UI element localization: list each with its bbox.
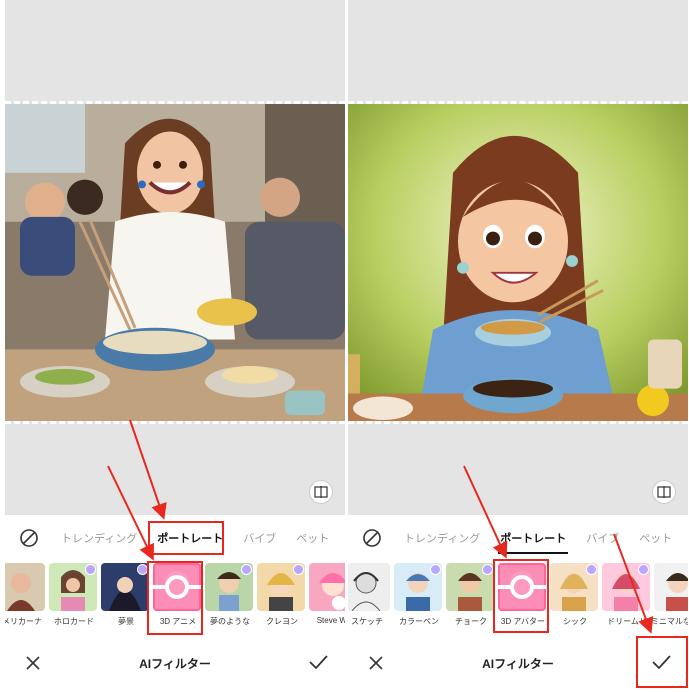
edited-photo [5, 101, 345, 424]
filter-sheet: トレンディング ポートレート バイブ ペット 食 メリカーナ ホロカード 夢景 [5, 515, 345, 692]
ai-badge-icon [586, 564, 597, 575]
tab-trending[interactable]: トレンディング [59, 526, 139, 550]
screen-title: AIフィルター [482, 657, 554, 671]
tab-trending[interactable]: トレンディング [402, 526, 482, 550]
filter-minimal-illust[interactable]: ミニマルなイラ [651, 563, 688, 627]
edited-photo [348, 101, 688, 424]
category-tabs: トレンディング ポートレート バイブ ペット 食 [348, 521, 688, 555]
action-bar: AIフィルター [5, 643, 345, 683]
compare-button[interactable] [652, 480, 676, 504]
filter-steve-wo[interactable]: Steve Wo [309, 563, 345, 625]
no-filter-icon[interactable] [360, 526, 384, 550]
filter-label: クレヨン [266, 617, 298, 626]
filter-label: 夢景 [118, 617, 134, 626]
selected-icon [153, 575, 201, 599]
filter-holocard[interactable]: ホロカード [49, 563, 99, 627]
filter-list: スケッチ カラーペン チョーク 3D アバター シック ドリームド ミニマルな [348, 563, 688, 631]
filter-chalk[interactable]: チョーク [446, 563, 496, 627]
filter-label: 夢のような [210, 617, 250, 626]
filter-label: Steve Wo [316, 616, 345, 625]
tab-pet[interactable]: ペット [637, 526, 674, 550]
compare-button[interactable] [309, 480, 333, 504]
filter-label: ミニマルなイラ [651, 617, 688, 626]
filter-label: 3D アニメ [159, 617, 197, 626]
ai-badge-icon [482, 564, 493, 575]
action-bar: AIフィルター [348, 643, 688, 683]
right-screen: トレンディング ポートレート バイブ ペット 食 スケッチ カラーペン チョーク [348, 0, 688, 692]
ai-badge-icon [430, 564, 441, 575]
filter-label: ホロカード [54, 617, 94, 626]
ai-badge-icon [85, 564, 96, 575]
filter-3d-anime[interactable]: 3D アニメ [153, 563, 203, 627]
tab-vibe[interactable]: バイブ [584, 526, 621, 550]
check-icon[interactable] [307, 651, 329, 673]
no-filter-icon[interactable] [17, 526, 41, 550]
filter-list: メリカーナ ホロカード 夢景 3D アニメ 夢のような クレヨン Steve W [5, 563, 345, 631]
category-tabs: トレンディング ポートレート バイブ ペット 食 [5, 521, 345, 555]
filter-sketch[interactable]: スケッチ [348, 563, 392, 627]
preview-area [348, 0, 688, 515]
tab-vibe[interactable]: バイブ [241, 526, 278, 550]
filter-3d-avatar[interactable]: 3D アバター [498, 563, 548, 627]
tab-pet[interactable]: ペット [294, 526, 331, 550]
selected-icon [498, 575, 546, 599]
filter-label: チョーク [455, 617, 487, 626]
tab-portrait[interactable]: ポートレート [155, 526, 225, 550]
left-screen: トレンディング ポートレート バイブ ペット 食 メリカーナ ホロカード 夢景 [5, 0, 345, 692]
filter-dream-doll[interactable]: ドリームド [602, 563, 652, 627]
filter-crayon[interactable]: クレヨン [257, 563, 307, 627]
preview-area [5, 0, 345, 515]
screen-title: AIフィルター [139, 657, 211, 671]
filter-dreamy[interactable]: 夢のような [205, 563, 255, 627]
ai-badge-icon [293, 564, 304, 575]
compare-icon [657, 486, 671, 498]
filter-dreamscape[interactable]: 夢景 [101, 563, 151, 627]
filter-sheet: トレンディング ポートレート バイブ ペット 食 スケッチ カラーペン チョーク [348, 515, 688, 692]
filter-label: カラーペン [399, 617, 439, 626]
filter-label: 3D アバター [500, 617, 546, 626]
check-icon[interactable] [650, 651, 672, 673]
tab-portrait[interactable]: ポートレート [498, 526, 569, 554]
filter-chic[interactable]: シック [550, 563, 600, 627]
filter-label: メリカーナ [5, 617, 42, 626]
ai-badge-icon [137, 564, 148, 575]
filter-color-pen[interactable]: カラーペン [394, 563, 444, 627]
ai-badge-icon [241, 564, 252, 575]
compare-icon [314, 486, 328, 498]
filter-label: スケッチ [351, 617, 383, 626]
filter-americana[interactable]: メリカーナ [5, 563, 47, 627]
filter-label: ドリームド [607, 617, 647, 626]
filter-label: シック [563, 617, 587, 626]
ai-badge-icon [638, 564, 649, 575]
